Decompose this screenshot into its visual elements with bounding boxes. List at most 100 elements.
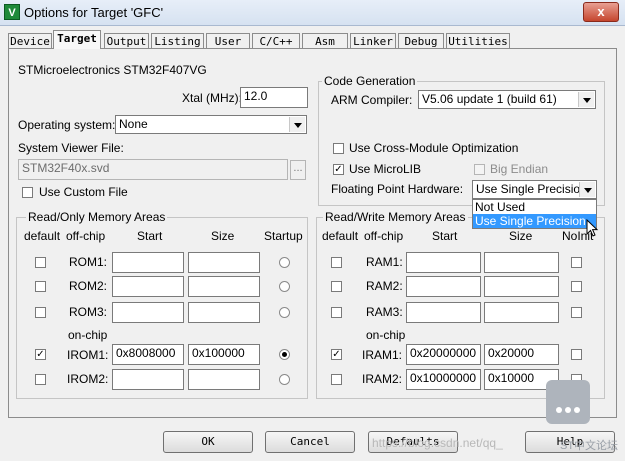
os-select[interactable]: None [115, 115, 307, 134]
fph-option-single-precision[interactable]: Use Single Precision [473, 214, 596, 228]
cross-module-label: Use Cross-Module Optimization [349, 141, 519, 155]
microlib-checkbox[interactable]: ✓ [333, 164, 344, 175]
irom2-label: IROM2: [67, 372, 109, 386]
xtal-input[interactable]: 12.0 [240, 87, 308, 108]
iram1-size-input[interactable]: 0x20000 [484, 344, 559, 365]
arm-compiler-select[interactable]: V5.06 update 1 (build 61) [418, 90, 596, 109]
ram2-start-input[interactable] [406, 276, 481, 297]
fph-select-value: Use Single Precision [476, 182, 587, 196]
window-title: Options for Target 'GFC' [24, 5, 164, 20]
chevron-down-icon [579, 182, 595, 197]
ram3-noinit-checkbox[interactable] [571, 307, 582, 318]
rom1-startup-radio[interactable] [279, 257, 290, 268]
rw-header-offchip: off-chip [364, 229, 404, 243]
rom1-default-checkbox[interactable] [35, 257, 46, 268]
iram2-default-checkbox[interactable] [331, 374, 342, 385]
cross-module-checkbox[interactable] [333, 143, 344, 154]
fph-dropdown-list: Not Used Use Single Precision [472, 199, 597, 229]
iram1-noinit-checkbox[interactable] [571, 349, 582, 360]
rom3-size-input[interactable] [188, 302, 260, 323]
arm-compiler-label: ARM Compiler: [331, 93, 413, 107]
irom1-start-input[interactable]: 0x8008000 [112, 344, 184, 365]
tab-utilities[interactable]: Utilities [446, 33, 510, 48]
irom2-default-checkbox[interactable] [35, 374, 46, 385]
chevron-down-icon [289, 117, 305, 132]
ram1-label: RAM1: [366, 255, 403, 269]
arm-compiler-value: V5.06 update 1 (build 61) [422, 92, 557, 106]
iram1-default-checkbox[interactable]: ✓ [331, 349, 342, 360]
ram1-size-input[interactable] [484, 252, 559, 273]
rom1-size-input[interactable] [188, 252, 260, 273]
title-bar: V Options for Target 'GFC' x [0, 0, 625, 26]
ram3-size-input[interactable] [484, 302, 559, 323]
iram1-start-input[interactable]: 0x20000000 [406, 344, 481, 365]
irom1-default-checkbox[interactable]: ✓ [35, 349, 46, 360]
ro-header-size: Size [211, 229, 235, 243]
cancel-button[interactable]: Cancel [265, 431, 355, 453]
iram2-label: IRAM2: [362, 372, 403, 386]
tab-listing[interactable]: Listing [151, 33, 204, 48]
ro-memory-title: Read/Only Memory Areas [26, 210, 168, 225]
rw-onchip-label: on-chip [366, 328, 406, 342]
tab-user[interactable]: User [206, 33, 250, 48]
tab-c-cpp[interactable]: C/C++ [252, 33, 300, 48]
ram1-start-input[interactable] [406, 252, 481, 273]
microlib-label: Use MicroLIB [349, 162, 422, 176]
use-custom-file-checkbox[interactable] [22, 187, 33, 198]
ram1-default-checkbox[interactable] [331, 257, 342, 268]
ro-onchip-label: on-chip [68, 328, 108, 342]
rom1-label: ROM1: [69, 255, 108, 269]
irom2-startup-radio[interactable] [279, 374, 290, 385]
ok-button[interactable]: OK [163, 431, 253, 453]
tab-target[interactable]: Target [53, 30, 101, 49]
close-button[interactable]: x [583, 2, 619, 22]
rom3-startup-radio[interactable] [279, 307, 290, 318]
rom2-start-input[interactable] [112, 276, 184, 297]
svf-browse-button[interactable]: ... [290, 160, 306, 180]
big-endian-label: Big Endian [490, 162, 549, 176]
tab-linker[interactable]: Linker [350, 33, 396, 48]
irom1-size-input[interactable]: 0x100000 [188, 344, 260, 365]
rom2-default-checkbox[interactable] [35, 281, 46, 292]
rom1-start-input[interactable] [112, 252, 184, 273]
tab-device[interactable]: Device [8, 33, 52, 48]
ram3-start-input[interactable] [406, 302, 481, 323]
irom2-start-input[interactable] [112, 369, 184, 390]
big-endian-checkbox[interactable] [474, 164, 485, 175]
rom2-startup-radio[interactable] [279, 281, 290, 292]
fph-select[interactable]: Use Single Precision [472, 180, 597, 199]
ro-header-default: default [24, 229, 61, 243]
ram3-label: RAM3: [366, 305, 403, 319]
ro-header-startup: Startup [264, 229, 303, 243]
ro-header-start: Start [137, 229, 163, 243]
rom3-start-input[interactable] [112, 302, 184, 323]
tab-debug[interactable]: Debug [398, 33, 444, 48]
ram1-noinit-checkbox[interactable] [571, 257, 582, 268]
ram2-size-input[interactable] [484, 276, 559, 297]
xtal-label: Xtal (MHz): [182, 91, 242, 105]
rw-header-default: default [322, 229, 359, 243]
irom2-size-input[interactable] [188, 369, 260, 390]
app-icon: V [4, 4, 20, 20]
rom2-size-input[interactable] [188, 276, 260, 297]
mouse-cursor-icon [586, 219, 599, 237]
ram2-noinit-checkbox[interactable] [571, 281, 582, 292]
rom2-label: ROM2: [69, 279, 108, 293]
ram2-default-checkbox[interactable] [331, 281, 342, 292]
chat-dots-icon [556, 407, 580, 413]
fph-option-not-used[interactable]: Not Used [473, 200, 596, 214]
chat-bubble-icon [546, 380, 590, 424]
irom1-startup-radio[interactable] [279, 349, 290, 360]
rom3-default-checkbox[interactable] [35, 307, 46, 318]
svf-input[interactable]: STM32F40x.svd [18, 159, 288, 180]
os-label: Operating system: [18, 118, 116, 132]
chevron-down-icon [578, 92, 594, 107]
fph-label: Floating Point Hardware: [331, 182, 464, 196]
tab-asm[interactable]: Asm [302, 33, 348, 48]
corner-watermark: ST中文论坛 [560, 440, 619, 452]
svf-label: System Viewer File: [18, 141, 124, 155]
code-generation-title: Code Generation [322, 74, 418, 89]
iram2-start-input[interactable]: 0x10000000 [406, 369, 481, 390]
ram3-default-checkbox[interactable] [331, 307, 342, 318]
tab-output[interactable]: Output [104, 33, 149, 48]
